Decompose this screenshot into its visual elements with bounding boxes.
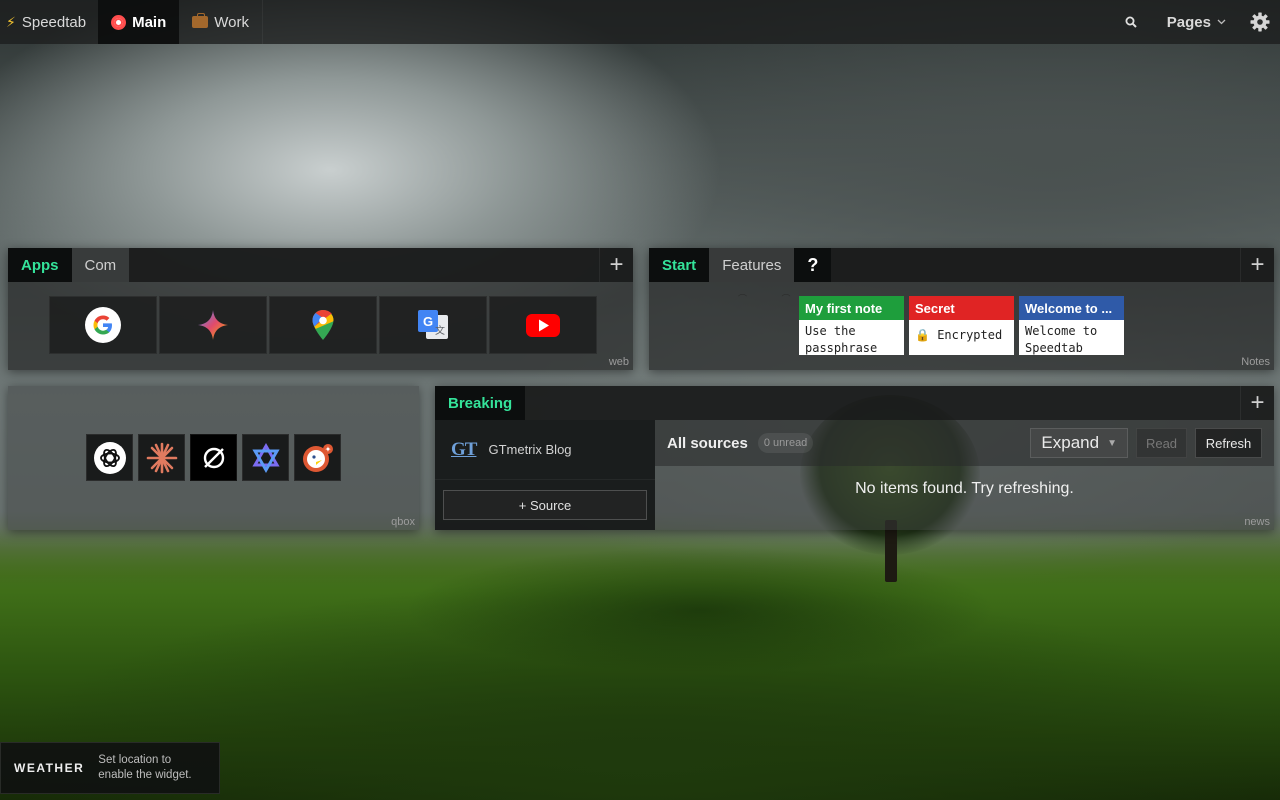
all-sources-label: All sources [667, 434, 748, 452]
add-tab-button[interactable]: + [1240, 386, 1274, 420]
notes-list: My first note Use the passphrase Secret … [649, 296, 1274, 355]
note-body-wrap: 🔒 Encrypted [909, 320, 1014, 347]
svg-text:G: G [423, 314, 433, 329]
app-tile-maps[interactable] [269, 296, 377, 354]
apps-widget-footer: web [608, 356, 629, 368]
tab-breaking[interactable]: Breaking [435, 386, 526, 420]
add-tab-button[interactable]: + [1240, 248, 1274, 282]
google-translate-icon: G 文 [418, 310, 448, 339]
news-toolbar-actions: Expand ▼ Read Refresh [1030, 428, 1262, 458]
apps-widget: Apps Com + G 文 web [8, 248, 633, 370]
notes-widget-footer: Notes [1241, 356, 1270, 368]
tab-main-label: Main [132, 13, 167, 31]
tab-features[interactable]: Features [709, 248, 795, 282]
divider [261, 0, 263, 44]
qbox-item-star[interactable] [242, 434, 289, 481]
star-icon [251, 442, 280, 473]
svg-text:✦: ✦ [324, 445, 331, 454]
chevron-down-icon [1217, 19, 1226, 25]
add-tab-button[interactable]: + [599, 248, 633, 282]
notes-widget: Start Features ? + My first note Use the… [649, 248, 1274, 370]
expand-dropdown[interactable]: Expand ▼ [1030, 428, 1128, 458]
app-grid: G 文 [8, 296, 633, 354]
chatgpt-icon [93, 441, 126, 474]
notes-widget-tabs: Start Features ? + [649, 248, 1274, 282]
news-widget: Breaking + GT GTmetrix Blog + Source All… [435, 386, 1274, 530]
news-toolbar: All sources 0 unread Expand ▼ Read Refre… [655, 420, 1274, 466]
app-tile-gemini[interactable] [159, 296, 267, 354]
tab-apps[interactable]: Apps [8, 248, 72, 282]
google-maps-icon [312, 310, 334, 340]
caret-down-icon: ▼ [1107, 437, 1117, 449]
qbox-widget: ✦ qbox [8, 386, 419, 530]
note-body: Welcome to Speedtab [1025, 324, 1098, 355]
unread-badge: 0 unread [757, 433, 814, 453]
refresh-button[interactable]: Refresh [1195, 428, 1262, 458]
app-tile-translate[interactable]: G 文 [379, 296, 487, 354]
top-bar-right: Pages [1109, 0, 1280, 44]
svg-text:文: 文 [435, 324, 445, 337]
pages-label: Pages [1166, 13, 1211, 31]
qbox-widget-footer: qbox [391, 516, 415, 528]
settings-button[interactable] [1240, 0, 1280, 44]
news-feed: All sources 0 unread Expand ▼ Read Refre… [655, 420, 1274, 530]
news-widget-tabs: Breaking + [435, 386, 1274, 420]
lock-icon: 🔒 [915, 328, 930, 342]
note-card[interactable]: My first note Use the passphrase [799, 296, 904, 355]
tab-main[interactable]: Main [98, 0, 180, 44]
perplexity-icon [203, 447, 224, 468]
youtube-icon [526, 314, 560, 337]
tab-work-label: Work [214, 13, 249, 31]
pages-dropdown[interactable]: Pages [1153, 0, 1240, 44]
news-sources-panel: GT GTmetrix Blog + Source [435, 420, 655, 530]
read-button[interactable]: Read [1136, 428, 1187, 458]
tab-help[interactable]: ? [794, 248, 832, 282]
news-widget-footer: news [1244, 516, 1270, 528]
briefcase-icon [192, 13, 209, 28]
empty-message: No items found. Try refreshing. [855, 480, 1074, 497]
qbox-item-perplexity[interactable] [190, 434, 237, 481]
tab-start[interactable]: Start [649, 248, 710, 282]
claude-icon [146, 442, 177, 473]
weather-title: WEATHER [14, 761, 85, 775]
qbox-item-claude[interactable] [138, 434, 185, 481]
note-body: Encrypted [937, 328, 1003, 342]
note-title: Welcome to ... [1019, 296, 1124, 320]
qbox-item-duckduckgo[interactable]: ✦ [294, 434, 341, 481]
gemini-icon [198, 310, 228, 340]
app-tile-youtube[interactable] [489, 296, 597, 354]
note-card[interactable]: Welcome to ... Welcome to Speedtab [1019, 296, 1124, 355]
note-title: My first note [799, 296, 904, 320]
app-tile-google[interactable] [49, 296, 157, 354]
note-card[interactable]: Secret 🔒 Encrypted [909, 296, 1014, 355]
note-body: Use the passphrase [805, 324, 878, 355]
note-title: Secret [909, 296, 1014, 320]
weather-widget[interactable]: WEATHER Set location to enable the widge… [0, 742, 220, 794]
brand-link[interactable]: ⚡ Speedtab [0, 0, 98, 44]
gtmetrix-logo: GT [451, 438, 477, 460]
tab-com[interactable]: Com [71, 248, 130, 282]
search-icon [1125, 16, 1137, 28]
duckduckgo-icon: ✦ [302, 443, 333, 472]
expand-label: Expand [1041, 433, 1100, 452]
brand-label: Speedtab [21, 13, 87, 31]
weather-message: Set location to enable the widget. [98, 754, 192, 781]
add-source-button[interactable]: + Source [443, 490, 647, 520]
lightning-icon: ⚡ [6, 13, 16, 30]
gear-icon [1250, 12, 1270, 32]
apps-widget-tabs: Apps Com + [8, 248, 633, 282]
qbox-item-chatgpt[interactable] [86, 434, 133, 481]
search-button[interactable] [1109, 0, 1153, 44]
qbox-grid: ✦ [86, 434, 341, 481]
google-icon [85, 307, 121, 343]
tab-work[interactable]: Work [179, 0, 262, 44]
opera-icon [111, 14, 127, 30]
source-item[interactable]: GT GTmetrix Blog [435, 420, 655, 480]
source-label: GTmetrix Blog [488, 442, 572, 457]
top-bar: ⚡ Speedtab Main Work Pages [0, 0, 1280, 44]
